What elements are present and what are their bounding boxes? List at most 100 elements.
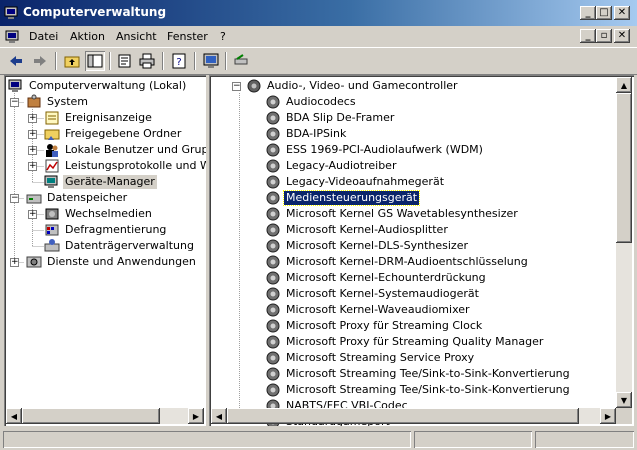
device-item[interactable]: Microsoft Kernel-Echounterdrückung — [265, 270, 488, 286]
properties-button[interactable] — [115, 51, 135, 71]
device-label: BDA Slip De-Framer — [286, 111, 395, 124]
device-item[interactable]: Microsoft Kernel-Waveaudiomixer — [265, 302, 472, 318]
properties-icon — [118, 54, 131, 68]
device-item[interactable]: Microsoft Kernel-Systemaudiogerät — [265, 286, 481, 302]
device-vscroll-thumb[interactable] — [616, 93, 632, 243]
scroll-left-button[interactable]: ◀ — [6, 408, 22, 424]
expand-event-viewer-toggle[interactable]: + — [28, 114, 37, 123]
device-label: Legacy-Videoaufnahmegerät — [286, 175, 445, 188]
menu-datei[interactable]: Datei — [29, 30, 58, 43]
collapse-category-toggle[interactable]: − — [232, 82, 241, 91]
device-item[interactable]: Microsoft Kernel-Audiosplitter — [265, 222, 450, 238]
tree-horizontal-scrollbar[interactable]: ◀ ▶ — [6, 408, 204, 424]
menu-aktion[interactable]: Aktion — [70, 30, 105, 43]
tree-item-performance-logs[interactable]: Leistungsprotokolle und Warnungen — [44, 158, 206, 174]
child-restore-button[interactable]: ▫ — [596, 29, 612, 43]
menu-help[interactable]: ? — [220, 30, 226, 43]
expand-removable-storage-toggle[interactable]: + — [28, 210, 37, 219]
device-item[interactable]: BDA-IPSink — [265, 126, 348, 142]
device-item[interactable]: Legacy-Videoaufnahmegerät — [265, 174, 446, 190]
device-item[interactable]: Microsoft Kernel-DLS-Synthesizer — [265, 238, 470, 254]
collapse-storage-toggle[interactable]: − — [10, 194, 19, 203]
speaker-icon — [266, 223, 280, 237]
menu-fenster[interactable]: Fenster — [167, 30, 208, 43]
expand-performance-logs-toggle[interactable]: + — [28, 162, 37, 171]
expand-services-toggle[interactable]: + — [10, 258, 19, 267]
scroll-left-icon: ◀ — [215, 411, 223, 421]
menu-ansicht[interactable]: Ansicht — [116, 30, 157, 43]
close-button[interactable]: ✕ — [614, 6, 630, 20]
expand-local-users-toggle[interactable]: + — [28, 146, 37, 155]
minimize-button[interactable]: _ — [580, 6, 596, 20]
forward-arrow-icon — [34, 56, 46, 66]
expand-shared-folders-toggle[interactable]: + — [28, 130, 37, 139]
title-bar[interactable]: Computerverwaltung _ □ ✕ — [0, 0, 637, 26]
toolbar: ? — [0, 47, 637, 75]
device-item[interactable]: Microsoft Kernel GS Wavetablesynthesizer — [265, 206, 520, 222]
tree-item-storage[interactable]: Datenspeicher — [26, 190, 129, 206]
device-list[interactable]: − Audio-, Video- und Gamecontroller Audi… — [209, 75, 634, 426]
speaker-icon — [266, 255, 280, 269]
device-item[interactable]: BDA Slip De-Framer — [265, 110, 396, 126]
tree-item-services-apps[interactable]: Dienste und Anwendungen — [26, 254, 198, 270]
tree-item-defragmentation[interactable]: Defragmentierung — [44, 222, 168, 238]
system-menu-icon[interactable] — [5, 29, 21, 45]
tree-item-disk-management[interactable]: Datenträgerverwaltung — [44, 238, 196, 254]
scan-hardware-button[interactable] — [231, 51, 251, 71]
device-category[interactable]: Audio-, Video- und Gamecontroller — [246, 78, 460, 94]
device-item[interactable]: Microsoft Streaming Service Proxy — [265, 350, 476, 366]
maximize-button[interactable]: □ — [596, 6, 612, 20]
tree-hscroll-thumb[interactable] — [22, 408, 160, 424]
system-tools-icon — [27, 94, 41, 108]
device-item[interactable]: Mediensteuerungsgerät — [265, 190, 421, 206]
device-hscroll-thumb[interactable] — [227, 408, 579, 424]
tree-item-removable-storage[interactable]: Wechselmedien — [44, 206, 154, 222]
tree-item-device-manager[interactable]: Geräte-Manager — [44, 174, 157, 190]
device-label: Microsoft Proxy für Streaming Clock — [286, 319, 483, 332]
computer-view-button[interactable] — [201, 51, 221, 71]
close-icon: ✕ — [617, 7, 627, 18]
device-label: Microsoft Kernel-DRM-Audioentschlüsselun… — [286, 255, 528, 268]
scroll-up-button[interactable]: ▲ — [616, 77, 632, 93]
console-tree[interactable]: Computerverwaltung (Lokal) − System + Er… — [4, 75, 206, 426]
tree-item-computer-management[interactable]: Computerverwaltung (Lokal) — [8, 78, 188, 94]
up-one-level-button[interactable] — [62, 51, 82, 71]
show-hide-tree-button[interactable] — [85, 51, 105, 71]
device-item[interactable]: Microsoft Kernel-DRM-Audioentschlüsselun… — [265, 254, 530, 270]
back-button[interactable] — [6, 51, 26, 71]
disk-management-icon — [44, 239, 60, 252]
defragmentation-icon — [45, 224, 59, 236]
child-close-button[interactable]: ✕ — [614, 29, 630, 43]
collapse-system-toggle[interactable]: − — [10, 98, 19, 107]
tree-item-local-users[interactable]: Lokale Benutzer und Gruppen — [44, 142, 206, 158]
speaker-icon — [266, 111, 280, 125]
device-item[interactable]: Microsoft Streaming Tee/Sink-to-Sink-Kon… — [265, 382, 572, 398]
tree-item-shared-folders[interactable]: Freigegebene Ordner — [44, 126, 183, 142]
help-button[interactable]: ? — [169, 51, 189, 71]
device-label: Microsoft Proxy für Streaming Quality Ma… — [286, 335, 544, 348]
device-vertical-scrollbar[interactable]: ▲ ▼ — [616, 77, 632, 408]
device-item[interactable]: ESS 1969-PCI-Audiolaufwerk (WDM) — [265, 142, 485, 158]
speaker-icon — [266, 367, 280, 381]
device-label: Audiocodecs — [286, 95, 356, 108]
scroll-right-button[interactable]: ▶ — [188, 408, 204, 424]
scroll-right-button[interactable]: ▶ — [600, 408, 616, 424]
back-arrow-icon — [10, 56, 22, 66]
print-button[interactable] — [137, 51, 157, 71]
tree-item-event-viewer[interactable]: Ereignisanzeige — [44, 110, 154, 126]
device-horizontal-scrollbar[interactable]: ◀ ▶ — [211, 408, 616, 424]
device-item[interactable]: Audiocodecs — [265, 94, 358, 110]
scroll-down-button[interactable]: ▼ — [616, 392, 632, 408]
device-item[interactable]: Microsoft Streaming Tee/Sink-to-Sink-Kon… — [265, 366, 572, 382]
child-minimize-button[interactable]: _ — [580, 29, 596, 43]
device-item[interactable]: Microsoft Proxy für Streaming Quality Ma… — [265, 334, 545, 350]
speaker-icon — [266, 287, 280, 301]
speaker-icon — [266, 127, 280, 141]
forward-button[interactable] — [30, 51, 50, 71]
device-item[interactable]: Legacy-Audiotreiber — [265, 158, 398, 174]
tree-item-system[interactable]: System — [26, 94, 90, 110]
scroll-left-button[interactable]: ◀ — [211, 408, 227, 424]
speaker-icon — [266, 207, 280, 221]
speaker-icon — [266, 271, 280, 285]
device-item[interactable]: Microsoft Proxy für Streaming Clock — [265, 318, 484, 334]
